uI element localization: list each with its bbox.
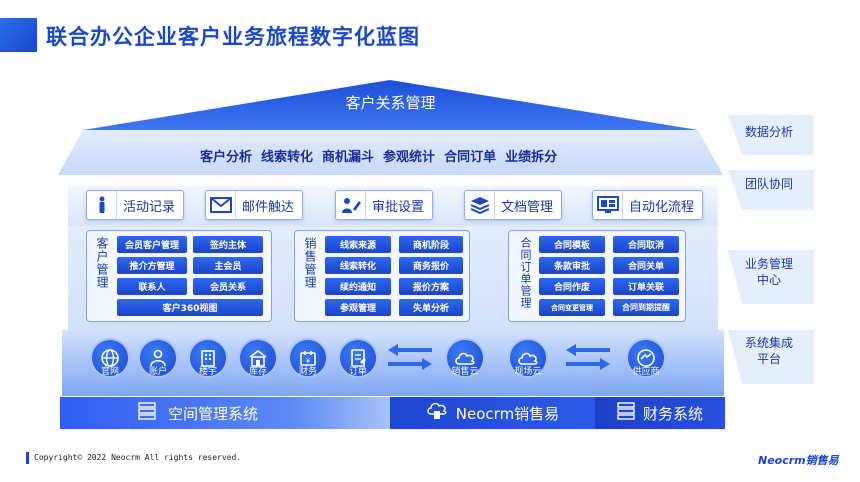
panel-contract: 合同订单管理 合同模板 合同取消 条款审批 合同关单 合同作废 订单关联 合同变… [508, 230, 686, 322]
panel-label: 客户管理 [95, 237, 109, 289]
pill: 商务报价 [399, 257, 463, 274]
dashboard-icon [593, 191, 623, 219]
space-system-bar: 空间管理系统 [60, 397, 390, 429]
chip-automation: 自动化流程 [592, 190, 704, 220]
chip-label: 活动记录 [123, 199, 176, 215]
panel-customer: 客户管理 会员客户管理 签约主体 推介方管理 主会员 联系人 会员关系 客户36… [86, 230, 272, 322]
pill: 商机阶段 [399, 236, 463, 253]
system-label: 供应商 [632, 367, 660, 377]
title-accent-bar [0, 18, 37, 52]
cloud-server-icon [426, 402, 448, 424]
system-label: 现场云 [514, 367, 542, 377]
side-label-data: 数据分析 [744, 125, 793, 139]
system-label: 订单 [348, 367, 367, 377]
crm-title: 客户关系管理 [345, 94, 436, 112]
side-label-system: 系统集成平台 [744, 336, 793, 366]
system-label: 销售云 [451, 367, 479, 377]
exchange-arrows-icon [566, 344, 610, 370]
chip-label: 邮件触达 [242, 199, 295, 215]
panel-label: 合同订单管理 [519, 237, 532, 309]
crm-item: 商机漏斗 [322, 150, 375, 165]
chip-mail: 邮件触达 [205, 190, 304, 220]
pill: 条款审批 [539, 257, 605, 274]
mail-icon [206, 191, 236, 219]
pill: 线索转化 [325, 257, 391, 274]
copyright-text: Copyright© 2022 Neocrm All rights reserv… [34, 453, 242, 462]
pill: 订单关联 [613, 278, 679, 295]
pill: 失单分析 [399, 299, 463, 316]
server-icon [617, 402, 635, 424]
pill: 合同到期提醒 [613, 299, 679, 316]
pill: 报价方案 [399, 278, 463, 295]
brand-logo: Neocrm销售易 [758, 454, 839, 467]
crm-item: 参观统计 [383, 150, 436, 165]
pill: 合同变更管理 [539, 299, 605, 316]
edit-icon [336, 191, 366, 219]
chip-approval: 审批设置 [335, 190, 434, 220]
pill: 主会员 [193, 257, 263, 274]
space-system-label: 空间管理系统 [168, 404, 259, 423]
chip-docs: 文档管理 [464, 190, 563, 220]
pill: 线索来源 [325, 236, 391, 253]
chip-label: 文档管理 [501, 199, 554, 215]
pill: 联系人 [117, 278, 187, 295]
pill: 续约通知 [325, 278, 391, 295]
crm-items: 客户分析 线索转化 商机漏斗 参观统计 合同订单 业绩拆分 [200, 146, 557, 165]
pill: 客户360视图 [117, 299, 263, 316]
footer-accent-bar [26, 452, 29, 464]
pill: 参观管理 [325, 299, 391, 316]
side-label-team: 团队协同 [744, 177, 793, 191]
pill: 合同作废 [539, 278, 605, 295]
pill: 会员客户管理 [117, 236, 187, 253]
exchange-arrows-icon [388, 344, 432, 370]
crm-item: 业绩拆分 [505, 150, 558, 165]
pill: 会员关系 [193, 278, 263, 295]
neocrm-system-bar: Neocrm销售易 [390, 397, 595, 429]
pill: 推介方管理 [117, 257, 187, 274]
panel-label: 销售管理 [303, 237, 317, 289]
pill: 签约主体 [193, 236, 263, 253]
person-icon [87, 191, 117, 219]
chip-activity: 活动记录 [86, 190, 185, 220]
chip-label: 审批设置 [372, 199, 425, 215]
page-title: 联合办公企业客户业务旅程数字化蓝图 [46, 25, 420, 49]
crm-item: 客户分析 [200, 150, 253, 165]
pill: 合同关单 [613, 257, 679, 274]
crm-item: 线索转化 [261, 150, 314, 165]
pill: 合同模板 [539, 236, 605, 253]
layers-icon [465, 191, 495, 219]
neocrm-system-label: Neocrm销售易 [455, 404, 560, 423]
crm-item: 合同订单 [444, 150, 497, 165]
side-label-business: 业务管理中心 [744, 257, 793, 287]
server-icon [138, 402, 156, 424]
finance-system-bar: 财务系统 [595, 397, 725, 429]
panel-sales: 销售管理 线索来源 商机阶段 线索转化 商务报价 续约通知 报价方案 参观管理 … [294, 230, 470, 322]
finance-system-label: 财务系统 [642, 404, 703, 423]
chip-label: 自动化流程 [629, 199, 695, 215]
pill: 合同取消 [613, 236, 679, 253]
